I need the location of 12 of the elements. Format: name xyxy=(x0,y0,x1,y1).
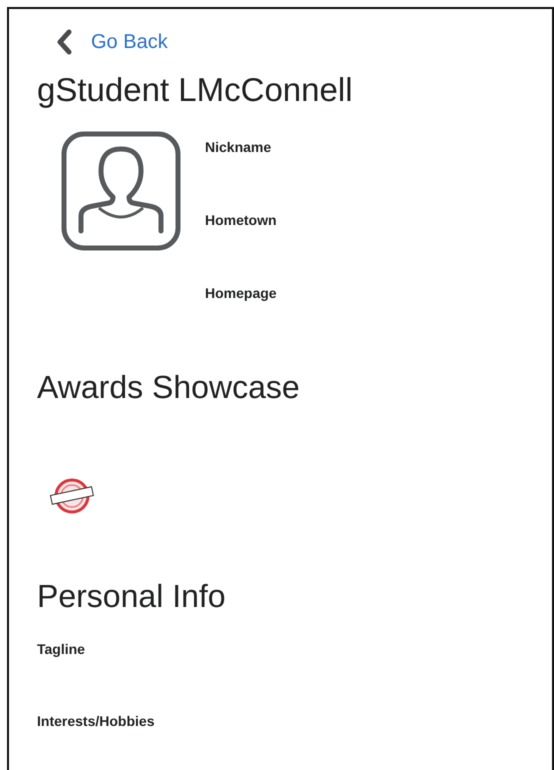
user-avatar-icon xyxy=(61,131,181,251)
field-label: Homepage xyxy=(205,285,277,301)
field-label: Tagline xyxy=(37,641,86,657)
section-heading: Personal Info xyxy=(37,578,227,615)
field-label: Interests/Hobbies xyxy=(37,713,156,729)
chevron-left-icon xyxy=(55,29,73,55)
field-label: Nickname xyxy=(205,139,272,155)
go-back-link[interactable]: Go Back xyxy=(55,29,168,55)
field-label: Hometown xyxy=(205,212,277,228)
profile-name: gStudent LMcConnell xyxy=(37,71,354,109)
section-heading: Awards Showcase xyxy=(37,369,301,406)
award-badge-icon xyxy=(49,478,95,514)
